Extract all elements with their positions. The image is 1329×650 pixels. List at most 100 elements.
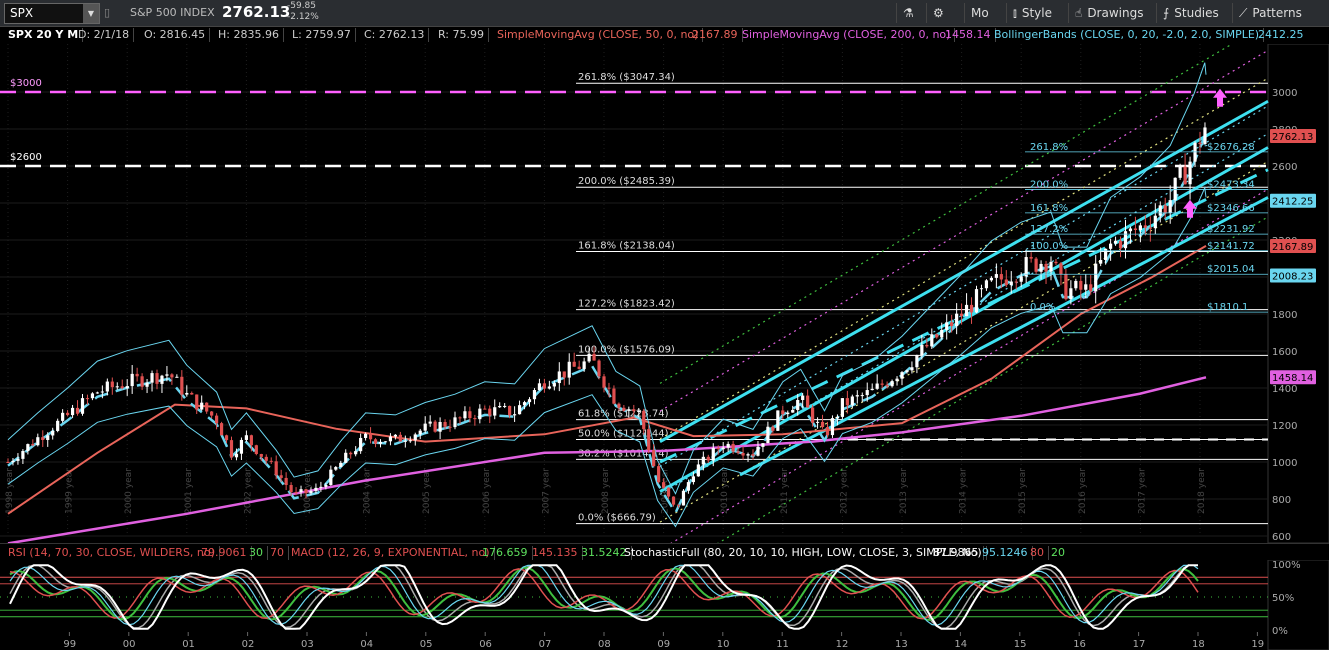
sma200-label[interactable]: SimpleMovingAvg (CLOSE, 200, 0, no) (738, 28, 956, 42)
patterns-button[interactable]: ⟋ Patterns (1232, 3, 1308, 23)
candle-body (875, 383, 879, 389)
candle-body (711, 448, 715, 461)
candle-body (85, 398, 90, 400)
year-label: 2015 year (1018, 468, 1028, 514)
candle-body (418, 430, 422, 435)
lower-year-label: 13 (895, 639, 908, 650)
fib-right-label: 200.0% (1030, 179, 1068, 190)
candle-body (602, 376, 606, 388)
indicator-pane[interactable]: 0% 50% 100% 99 00 01 02 03 04 05 06 07 08 09 10 11 12 13 1… (0, 560, 1329, 650)
candle-body (796, 400, 800, 410)
top-toolbar: SPX ▼ ▯ S&P 500 INDEX 2762.13 -59.85 -2.… (0, 0, 1329, 27)
style-label: Style (1021, 6, 1052, 20)
link-icon[interactable]: ▯ (104, 6, 110, 19)
rsi-level-b: 70 (266, 546, 289, 560)
rsi-level-a: 30 (245, 546, 268, 560)
candle-body (324, 484, 328, 487)
settings-button[interactable]: ⚙ (926, 3, 955, 23)
drawings-label: Drawings (1087, 6, 1144, 20)
lower-year-label: 12 (836, 639, 849, 650)
price-chart[interactable]: 6008001000120014001600180020002200240026… (0, 44, 1329, 543)
year-label: 2004 year (363, 468, 373, 514)
price-badge-value: 1458.14 (1272, 373, 1313, 384)
candle-body (776, 410, 780, 431)
candle-body (304, 489, 308, 494)
candle-body (478, 408, 482, 420)
candle-body (11, 460, 15, 463)
lower-year-label: 11 (776, 639, 789, 650)
flask-icon: ⚗ (903, 6, 914, 20)
style-button[interactable]: ⫾ Style (1006, 3, 1058, 23)
price-tick: 2600 (1272, 162, 1297, 173)
candle-body (269, 460, 273, 462)
candle-body (622, 407, 626, 411)
year-label: 2002 year (243, 468, 253, 514)
fib-right-label: 261.8% (1030, 142, 1068, 153)
candle-body (632, 409, 636, 412)
candle-body (880, 383, 884, 385)
candle-body (984, 280, 989, 289)
studies-button[interactable]: ⨍ Studies (1156, 3, 1225, 23)
lower-year-label: 18 (1192, 639, 1205, 650)
candle-body (691, 476, 695, 483)
candle-body (508, 405, 512, 416)
fib-level-label: 100.0% ($1576.09) (578, 344, 675, 355)
lower-tick: 50% (1272, 593, 1294, 604)
candle-body (1198, 142, 1202, 145)
candle-body (994, 274, 998, 278)
candle-body (1158, 205, 1162, 216)
candle-body (925, 344, 929, 347)
candle-body (403, 440, 407, 442)
symbol-selector[interactable]: SPX ▼ (4, 3, 100, 24)
candle-body (90, 393, 95, 399)
candle-body (408, 440, 412, 442)
lower-year-label: 00 (123, 639, 136, 650)
candle-body (1138, 225, 1142, 231)
rsi-label[interactable]: RSI (14, 70, 30, CLOSE, WILDERS, no) (4, 546, 220, 560)
chevron-down-icon[interactable]: ▼ (83, 4, 99, 23)
drawings-button[interactable]: ☝ Drawings (1068, 3, 1149, 23)
macd-label[interactable]: MACD (12, 26, 9, EXPONENTIAL, no) (287, 546, 495, 560)
candle-body (463, 411, 467, 419)
aggregation-button[interactable]: Mo (964, 3, 995, 23)
bollinger-label[interactable]: BollingerBands (CLOSE, 0, 20, -2.0, 2.0,… (990, 28, 1265, 42)
candle-body (393, 434, 397, 437)
candle-body (1163, 205, 1167, 213)
fib-right-label: 127.2% (1030, 224, 1068, 235)
candle-body (115, 386, 119, 388)
candle-body (1089, 284, 1093, 292)
candle-body (736, 451, 740, 454)
candle-body (453, 417, 457, 428)
flask-button[interactable]: ⚗ (896, 3, 925, 23)
candle-body (562, 371, 566, 378)
candle-body (234, 453, 239, 458)
candle-body (791, 409, 795, 413)
symbol-period[interactable]: SPX 20 Y M (4, 28, 84, 42)
candle-body (930, 334, 934, 347)
candle-body (61, 412, 65, 421)
horizontal-level-label: $2600 (10, 152, 42, 163)
sma50-label[interactable]: SimpleMovingAvg (CLOSE, 50, 0, no) (493, 28, 704, 42)
candle-body (642, 410, 646, 430)
year-label: 2018 year (1197, 468, 1207, 514)
bollinger-value: 2412.25 (1258, 28, 1304, 41)
lower-year-label: 04 (360, 639, 373, 650)
candle-body (761, 443, 765, 447)
price-tick: 1200 (1272, 421, 1297, 432)
candle-body (820, 421, 825, 428)
candle-body (503, 405, 507, 407)
candle-body (1143, 225, 1147, 228)
candle-body (150, 373, 154, 383)
candle-body (190, 392, 194, 395)
candle-body (900, 372, 904, 379)
candle-body (329, 469, 333, 485)
candle-body (1049, 261, 1053, 272)
year-label: 2006 year (482, 468, 492, 514)
candle-body (771, 426, 775, 431)
candle-body (885, 384, 889, 387)
year-label: 2000 year (124, 468, 134, 514)
candle-body (334, 467, 338, 470)
candle-body (443, 422, 447, 427)
candle-body (1099, 259, 1103, 264)
fib-level-label: 127.2% ($1823.42) (578, 299, 675, 310)
